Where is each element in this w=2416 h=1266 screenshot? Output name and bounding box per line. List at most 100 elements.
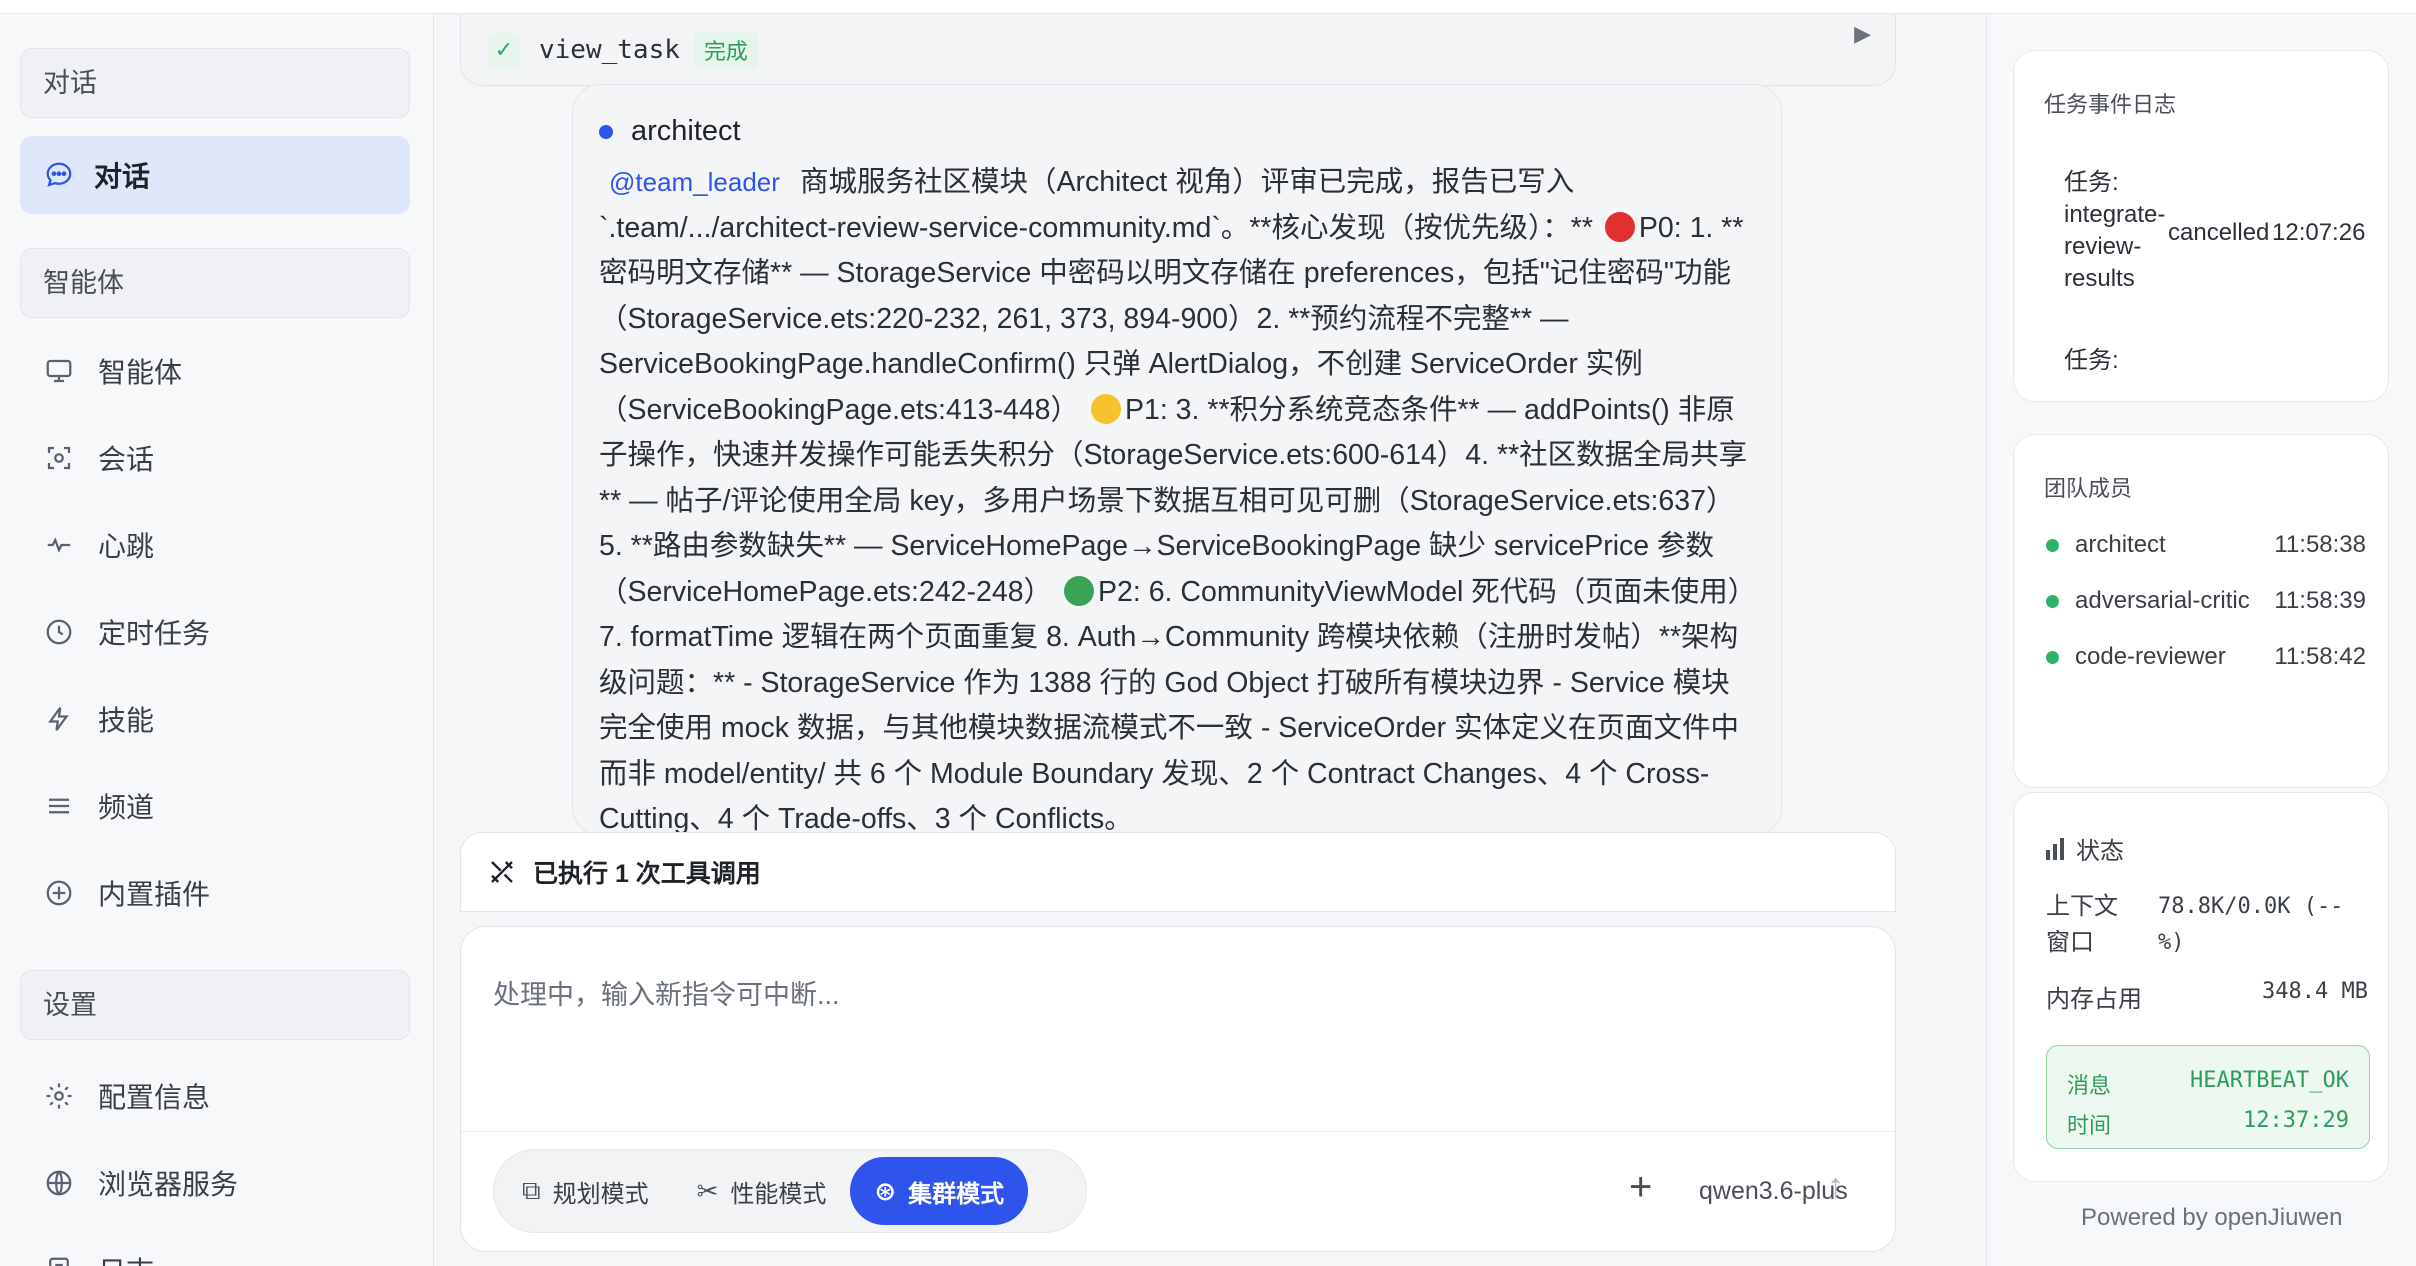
send-arrow-icon[interactable]: ↑ (1827, 1167, 1844, 1206)
event-task-name-line: results (2064, 265, 2135, 292)
chat-bubble-icon (42, 158, 76, 192)
memory-row: 内存占用 348.4 MB (2046, 979, 2368, 1014)
bar-chart-icon (2046, 837, 2064, 860)
menu-icon (42, 789, 76, 823)
top-edge (0, 0, 2416, 14)
add-attachment-button[interactable]: + (1629, 1165, 1652, 1210)
message-card: architect @team_leader 商城服务社区模块（Architect… (572, 84, 1782, 836)
powered-by-footer: Powered by openJiuwen (2081, 1204, 2343, 1231)
online-dot (2046, 594, 2059, 608)
team-member[interactable]: architect 11:58:38 (2046, 531, 2366, 559)
event-task-name-line: integrate- (2064, 201, 2166, 228)
section-settings-header[interactable]: 设置 (20, 970, 410, 1040)
mode-label: 性能模式 (730, 1180, 827, 1208)
section-chat-header[interactable]: 对话 (20, 48, 410, 118)
sidebar-item-browser-service[interactable]: 浏览器服务 (20, 1153, 410, 1213)
stat-label: 内存占用 (2046, 986, 2142, 1013)
team-member[interactable]: adversarial-critic 11:58:39 (2046, 587, 2366, 615)
tool-call-row[interactable]: ✓ view_task 完成 ▶ (460, 14, 1896, 86)
member-name: code-reviewer (2075, 643, 2226, 670)
sidebar-item-label: 智能体 (98, 357, 183, 388)
lightning-icon (42, 702, 76, 736)
main-chat-area: ✓ view_task 完成 ▶ architect @team_leader 商… (434, 14, 1986, 1266)
sidebar-item-chat[interactable]: 对话 (20, 136, 410, 214)
sidebar-item-scheduled-tasks[interactable]: 定时任务 (20, 602, 410, 662)
mode-performance-button[interactable]: ✂ 性能模式 (673, 1157, 851, 1225)
expand-play-icon[interactable]: ▶ (1854, 21, 1871, 47)
model-selector[interactable]: qwen3.6-plus (1699, 1177, 1848, 1206)
tool-call-name: view_task (539, 35, 680, 65)
member-name: architect (2075, 531, 2166, 558)
hb-time-label: 时间 (2067, 1113, 2112, 1138)
heartbeat-box: 消息 HEARTBEAT_OK 时间 12:37:29 (2046, 1045, 2370, 1149)
mode-plan-button[interactable]: ⧉ 规划模式 (498, 1157, 673, 1225)
card-title: 团队成员 (2044, 476, 2133, 501)
monitor-icon (42, 354, 76, 388)
member-time: 11:58:42 (2274, 643, 2366, 670)
hb-msg-label: 消息 (2067, 1073, 2112, 1098)
sidebar-item-label: 浏览器服务 (98, 1169, 239, 1200)
plus-circle-icon (42, 876, 76, 910)
log-icon (42, 1253, 76, 1266)
cluster-icon: ⊛ (874, 1175, 897, 1206)
tools-summary-bar[interactable]: 已执行 1 次工具调用 (460, 832, 1896, 912)
card-title: 任务事件日志 (2044, 92, 2177, 117)
mode-label: 规划模式 (552, 1180, 649, 1208)
stat-value: 78.8K/0.0K (--%) (2158, 894, 2344, 955)
sidebar-item-agents[interactable]: 智能体 (20, 341, 410, 401)
status-badge: 完成 (693, 31, 758, 69)
sidebar-item-label: 配置信息 (98, 1082, 211, 1113)
hb-time-value: 12:37:29 (2243, 1108, 2349, 1133)
mode-label: 集群模式 (908, 1180, 1005, 1208)
check-icon: ✓ (487, 33, 521, 67)
sidebar-item-label: 定时任务 (98, 618, 211, 649)
sidebar-item-sessions[interactable]: 会话 (20, 428, 410, 488)
red-circle-icon (1604, 211, 1635, 242)
status-title: 状态 (2076, 838, 2124, 865)
sidebar-item-heartbeat[interactable]: 心跳 (20, 515, 410, 575)
tools-icon (485, 855, 519, 889)
copy-icon: ⧉ (522, 1175, 541, 1205)
online-dot (2046, 538, 2059, 552)
message-body: @team_leader 商城服务社区模块（Architect 视角）评审已完成，… (599, 160, 1755, 843)
sidebar-item-plugins[interactable]: 内置插件 (20, 863, 410, 923)
sidebar-item-label: 心跳 (98, 531, 155, 562)
mode-cluster-button[interactable]: ⊛ 集群模式 (850, 1157, 1029, 1225)
event-row: 任务: (2064, 347, 2119, 374)
message-sender: architect (599, 115, 1755, 148)
task-event-log-card: 任务事件日志 任务: integrate- review- results ca… (2013, 50, 2389, 402)
event-label: 任务: (2064, 169, 2119, 196)
event-row: 任务: integrate- review- results cancelled… (2064, 167, 2365, 292)
stat-value: 348.4 MB (2262, 979, 2368, 1004)
clock-icon (42, 615, 76, 649)
section-agents-header[interactable]: 智能体 (20, 248, 410, 318)
sidebar-item-label: 内置插件 (98, 879, 211, 910)
sidebar-item-skills[interactable]: 技能 (20, 689, 410, 749)
sidebar: 对话 对话 智能体 智能体 会话 心跳 定时任务 技能 频道 内置插件 设置 配… (0, 14, 434, 1266)
status-card: 状态 上下文窗口 78.8K/0.0K (--%) 内存占用 348.4 MB … (2013, 792, 2389, 1182)
sidebar-item-label: 对话 (94, 161, 151, 192)
event-task-name: integrate- review- results (2064, 199, 2174, 295)
member-time: 11:58:38 (2274, 531, 2366, 558)
team-members-card: 团队成员 architect 11:58:38 adversarial-crit… (2013, 434, 2389, 788)
mention-link[interactable]: @team_leader (609, 167, 780, 197)
message-p2: P2: 6. CommunityViewModel 死代码（页面未使用）7. f… (599, 575, 1743, 836)
event-time: 12:07:26 (2272, 219, 2366, 246)
green-circle-icon (1064, 575, 1094, 606)
team-member[interactable]: code-reviewer 11:58:42 (2046, 643, 2366, 671)
message-composer[interactable]: 处理中，输入新指令可中断... ⧉ 规划模式 ✂ 性能模式 ⊛ 集群模式 + qwen… (460, 926, 1897, 1252)
sidebar-item-channels[interactable]: 频道 (20, 776, 410, 836)
member-name: adversarial-critic (2075, 587, 2250, 614)
sidebar-item-logs[interactable]: 日志 (20, 1240, 410, 1266)
globe-icon (42, 1166, 76, 1200)
sender-name: architect (631, 115, 741, 147)
composer-input[interactable]: 处理中，输入新指令可中断... (493, 973, 840, 1012)
member-time: 11:58:39 (2274, 587, 2366, 614)
gear-icon (42, 1079, 76, 1113)
session-icon (42, 441, 76, 475)
sidebar-item-label: 技能 (98, 705, 155, 736)
tools-summary-text: 已执行 1 次工具调用 (533, 860, 761, 888)
online-dot (2046, 650, 2059, 664)
sidebar-item-config[interactable]: 配置信息 (20, 1066, 410, 1126)
right-panel: 任务事件日志 任务: integrate- review- results ca… (1986, 14, 2416, 1266)
